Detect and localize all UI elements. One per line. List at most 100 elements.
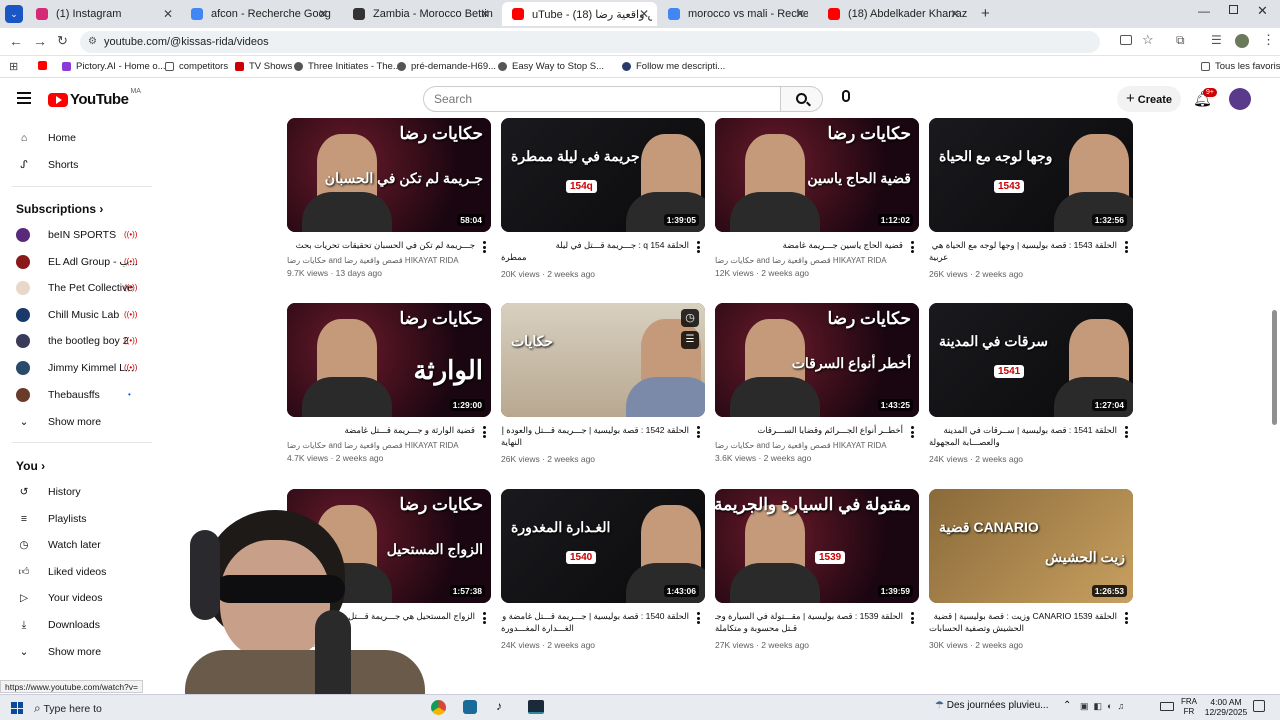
create-button[interactable]: + Create: [1117, 86, 1181, 112]
subscription-item[interactable]: EL Adl Group - ب...: [16, 252, 138, 272]
more-actions-icon[interactable]: [911, 241, 915, 253]
apps-grid-icon[interactable]: ⊞: [9, 60, 18, 73]
video-title[interactable]: الحلقة 1539 : قصة بوليسية | مقـــتولة في…: [715, 610, 903, 622]
account-avatar[interactable]: [1229, 88, 1251, 110]
input-language[interactable]: FRA FR: [1181, 697, 1197, 717]
video-thumbnail[interactable]: حكايات رضا جـريمة لم تكن في الحسبان 58:04: [287, 118, 491, 232]
hamburger-menu-icon[interactable]: [17, 92, 31, 104]
bookmark-competitors[interactable]: competitors: [165, 61, 228, 72]
subscription-item[interactable]: the bootleg boy 2: [16, 331, 129, 351]
bookmark-star-icon[interactable]: ☆: [1142, 32, 1154, 48]
more-actions-icon[interactable]: [1125, 241, 1129, 253]
all-bookmarks[interactable]: Tous les favoris: [1201, 61, 1280, 72]
tab-close-icon[interactable]: ✕: [163, 7, 173, 21]
video-title-line2[interactable]: النهاية: [501, 436, 522, 448]
clock[interactable]: 4:00 AM 12/29/2025: [1203, 697, 1249, 717]
video-title[interactable]: الحلقة 154 q : جـــريمة قـــتل في ليلة: [501, 239, 689, 251]
show-more-you[interactable]: ⌄ Show more: [16, 642, 102, 662]
video-thumbnail[interactable]: الغـدارة المغدورة 1540 1:43:06: [501, 489, 705, 603]
video-title-line2[interactable]: الغـــدارة المغـــدورة: [501, 622, 574, 634]
bookmark-pre-demande[interactable]: pré-demande-H69...: [397, 61, 496, 72]
video-thumbnail[interactable]: حكايات رضا قضية الحاج ياسين 1:12:02: [715, 118, 919, 232]
video-thumbnail[interactable]: حكايات رضا أخطر أنواع السرقات 1:43:25: [715, 303, 919, 417]
subscription-item[interactable]: beIN SPORTS: [16, 225, 116, 245]
you-heading[interactable]: You ›: [16, 459, 45, 473]
keyboard-icon[interactable]: [1160, 702, 1174, 711]
weather-widget[interactable]: ☂ Des journées pluvieu...: [935, 700, 1048, 711]
site-info-icon[interactable]: ⚙: [88, 31, 97, 53]
video-thumbnail[interactable]: حكايات ◷ ☰: [501, 303, 705, 417]
channel-name[interactable]: حكايات رضا and قصص واقعية رضا HIKAYAT RI…: [287, 256, 459, 265]
sidebar-item-watch-later[interactable]: ◷ Watch later: [16, 535, 100, 555]
video-thumbnail[interactable]: مقتولة في السيارة والجريمة 1539 1:39:59: [715, 489, 919, 603]
tab-list-dropdown-icon[interactable]: ⌄: [5, 5, 23, 23]
taskbar-app-editor[interactable]: [463, 700, 477, 714]
bookmark-pictory[interactable]: Pictory.AI - Home o...: [62, 61, 166, 72]
video-title-line2[interactable]: عربية: [929, 251, 948, 263]
subscriptions-heading[interactable]: Subscriptions ›: [16, 202, 103, 216]
bookmark-easy-way[interactable]: Easy Way to Stop S...: [498, 61, 604, 72]
maximize-button[interactable]: [1229, 5, 1238, 14]
browser-tab[interactable]: (18) Abdelkader Kharraz - YouT✕: [818, 2, 968, 26]
more-actions-icon[interactable]: [911, 612, 915, 624]
profile-avatar[interactable]: [1235, 34, 1249, 48]
video-thumbnail[interactable]: حكايات رضا الوارثة 1:29:00: [287, 303, 491, 417]
video-title[interactable]: أخطــر أنواع الجـــرائم وقضايا الســـرقا…: [715, 424, 903, 436]
more-actions-icon[interactable]: [697, 241, 701, 253]
notification-center-icon[interactable]: [1253, 700, 1265, 712]
back-icon[interactable]: ←: [9, 33, 23, 49]
add-to-queue-icon[interactable]: ☰: [681, 331, 699, 349]
video-thumbnail[interactable]: سرقات في المدينة 1541 1:27:04: [929, 303, 1133, 417]
video-title-line2[interactable]: ممطرة: [501, 251, 527, 263]
watch-later-icon[interactable]: ◷: [681, 309, 699, 327]
search-button[interactable]: [781, 86, 823, 112]
browser-tab[interactable]: afcon - Recherche Google ✕: [181, 2, 336, 26]
search-input[interactable]: Search: [423, 86, 781, 112]
video-thumbnail[interactable]: وجها لوجه مع الحياة 1543 1:32:56: [929, 118, 1133, 232]
video-thumbnail[interactable]: جريمة في ليلة ممطرة 154q 1:39:05: [501, 118, 705, 232]
windows-start-icon[interactable]: [11, 702, 23, 714]
taskbar-app-chrome[interactable]: [431, 700, 446, 715]
channel-name[interactable]: حكايات رضا and قصص واقعية رضا HIKAYAT RI…: [287, 441, 459, 450]
reload-icon[interactable]: ↻: [57, 33, 68, 49]
reading-list-icon[interactable]: ☰: [1211, 33, 1222, 47]
microphone-icon[interactable]: [842, 90, 850, 102]
video-title[interactable]: الحلقة 1539 CANARIO وزيت : قصة بوليسية |…: [929, 610, 1117, 622]
extensions-icon[interactable]: ⧉: [1176, 33, 1185, 48]
video-title[interactable]: قضية الحاج ياسين جـــريمة غامضة: [715, 239, 903, 251]
more-actions-icon[interactable]: [483, 612, 487, 624]
channel-name[interactable]: حكايات رضا and قصص واقعية رضا HIKAYAT RI…: [715, 256, 887, 265]
bookmark-youtube[interactable]: [38, 61, 52, 70]
subscription-item[interactable]: Thebausffs: [16, 385, 100, 405]
tab-close-icon[interactable]: ✕: [318, 7, 328, 21]
youtube-logo[interactable]: YouTube MA: [48, 88, 141, 108]
page-scrollbar-thumb[interactable]: [1272, 310, 1277, 425]
video-title[interactable]: جـــريمة لم تكن في الحسبان تحقيقات تحريا…: [287, 239, 475, 251]
sidebar-item-liked-videos[interactable]: 👍︎ Liked videos: [16, 562, 107, 582]
channel-name[interactable]: حكايات رضا and قصص واقعية رضا HIKAYAT RI…: [715, 441, 887, 450]
minimize-button[interactable]: —: [1198, 4, 1210, 18]
sidebar-item-history[interactable]: ↺ History: [16, 482, 81, 502]
taskbar-app-terminal[interactable]: [528, 700, 544, 714]
taskbar-app-tiktok[interactable]: ♪: [496, 699, 502, 713]
subscription-item[interactable]: Chill Music Lab: [16, 305, 119, 325]
video-title[interactable]: قضية الوارثة و جـــريمة قـــتل غامضة: [287, 424, 475, 436]
browser-tab[interactable]: Zambia - Morocco Betting - 29✕: [343, 2, 498, 26]
more-actions-icon[interactable]: [697, 426, 701, 438]
browser-tab[interactable]: morocco vs mali - Recherche G✕: [658, 2, 813, 26]
install-app-icon[interactable]: [1120, 35, 1132, 45]
sidebar-item-shorts[interactable]: ᔑ Shorts: [16, 155, 78, 175]
tray-icons[interactable]: ▣◧◐♫: [1080, 701, 1129, 712]
video-title[interactable]: الحلقة 1541 : قصة بوليسية | ســرقات في ا…: [929, 424, 1117, 436]
browser-tab[interactable]: (1) Instagram ✕: [26, 2, 181, 26]
more-actions-icon[interactable]: [697, 612, 701, 624]
url-field[interactable]: ⚙ youtube.com/@kissas-rida/videos: [80, 31, 1100, 53]
tab-close-icon[interactable]: ✕: [950, 7, 960, 21]
video-title-line2[interactable]: والعصـــابة المجهولة: [929, 436, 1000, 448]
more-actions-icon[interactable]: [483, 241, 487, 253]
tab-close-icon[interactable]: ✕: [639, 7, 649, 21]
bookmark-follow-me[interactable]: Follow me descripti...: [622, 61, 725, 72]
bookmark-tv-shows[interactable]: TV Shows: [235, 61, 292, 72]
subscription-item[interactable]: The Pet Collective: [16, 278, 133, 298]
browser-menu-icon[interactable]: ⋮: [1262, 32, 1275, 48]
